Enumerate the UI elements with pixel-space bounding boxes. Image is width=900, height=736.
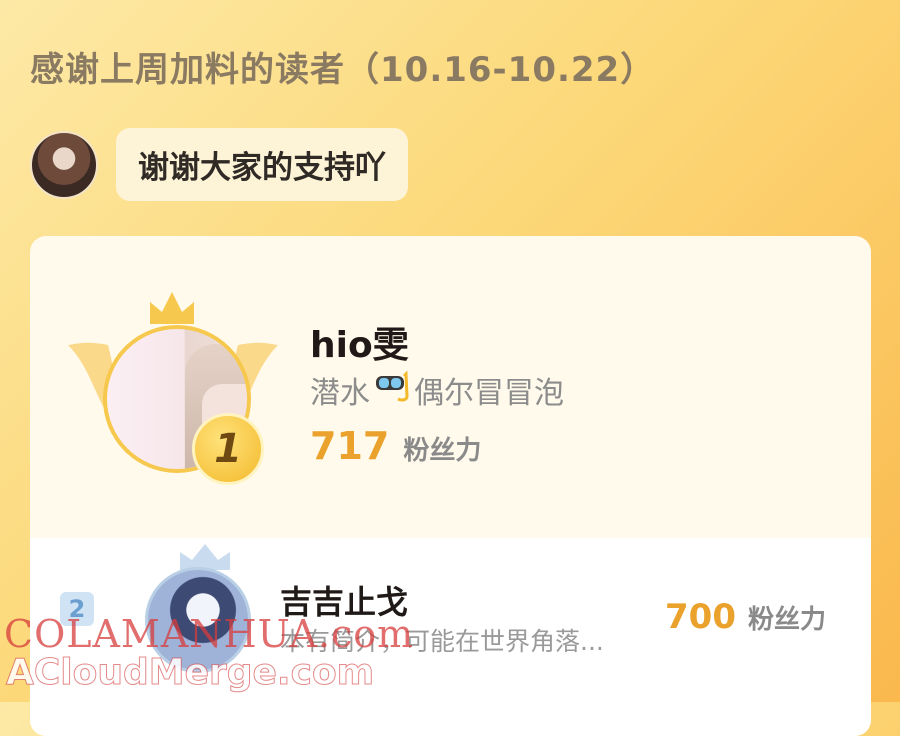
page-title: 感谢上周加料的读者（10.16-10.22）	[30, 50, 656, 90]
watermark-colamanhua: COLAMANHUA.com	[4, 612, 415, 656]
watermark-acloudmerge: ACloudMerge.com	[5, 652, 375, 694]
first-place-status: 潜水 偶尔冒冒泡	[310, 368, 564, 412]
first-place-score: 717 粉丝力	[310, 424, 481, 468]
fan-power-value: 700	[665, 597, 736, 637]
status-text-after: 偶尔冒冒泡	[414, 376, 564, 411]
second-place-score: 700 粉丝力	[665, 597, 826, 637]
crown-icon	[150, 292, 194, 324]
rank-badge-first: 1	[192, 413, 264, 485]
message-bubble: 谢谢大家的支持吖	[116, 128, 408, 201]
diving-goggles-icon	[374, 368, 410, 412]
status-text-before: 潜水	[310, 376, 370, 411]
fan-power-value: 717	[310, 424, 390, 468]
fan-power-label: 粉丝力	[747, 605, 826, 635]
first-place-name[interactable]: hio雯	[310, 316, 409, 368]
fan-power-label: 粉丝力	[403, 436, 482, 466]
author-message: 谢谢大家的支持吖	[30, 128, 408, 201]
author-avatar[interactable]	[30, 130, 98, 199]
